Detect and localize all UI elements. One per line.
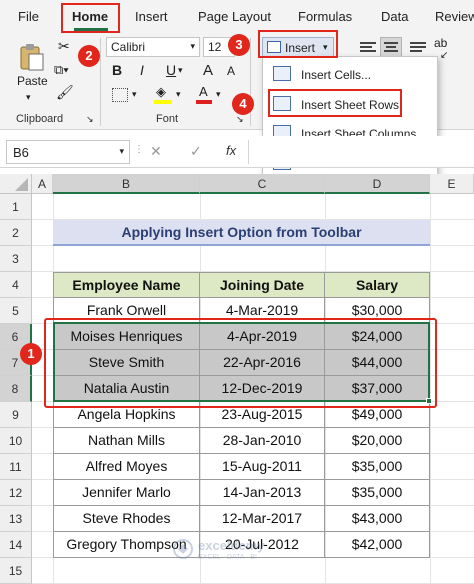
cell-joining-date[interactable]: 14-Jan-2013 — [200, 480, 325, 506]
column-header-d[interactable]: D — [325, 174, 430, 194]
cell-salary[interactable]: $35,000 — [325, 480, 430, 506]
insert-function-icon[interactable]: fx — [226, 143, 236, 158]
cell-employee-name[interactable]: Jennifer Marlo — [53, 480, 200, 506]
cell-salary[interactable]: $35,000 — [325, 454, 430, 480]
cell-salary[interactable]: $42,000 — [325, 532, 430, 558]
row-header-2[interactable]: 2 — [0, 220, 32, 246]
table-header-joining-date[interactable]: Joining Date — [200, 272, 325, 298]
decrease-font-button[interactable]: A — [227, 64, 235, 78]
formula-input[interactable] — [248, 140, 470, 164]
chevron-down-icon: ▾ — [190, 41, 195, 51]
row-header-3[interactable]: 3 — [0, 246, 32, 272]
row-header-5[interactable]: 5 — [0, 298, 32, 324]
paste-dropdown-icon[interactable]: ▾ — [26, 92, 31, 103]
sheet-title: Applying Insert Option from Toolbar — [53, 220, 430, 246]
copy-icon[interactable]: ⧉▾ — [54, 62, 69, 78]
font-group-label: Font — [156, 113, 179, 125]
fill-color-dropdown-icon[interactable]: ▾ — [176, 89, 181, 100]
clipboard-launcher-icon[interactable]: ↘ — [86, 114, 94, 125]
font-name-value: Calibri — [111, 40, 146, 54]
cut-icon[interactable]: ✂ — [58, 38, 70, 55]
align-middle-button[interactable] — [380, 37, 402, 57]
borders-icon[interactable] — [112, 88, 128, 102]
highlight-home-tab — [61, 3, 120, 33]
increase-font-button[interactable]: A — [203, 62, 213, 79]
row-header-4[interactable]: 4 — [0, 272, 32, 298]
row-header-12[interactable]: 12 — [0, 480, 32, 506]
tab-review[interactable]: Review — [435, 9, 474, 24]
bold-button[interactable]: B — [112, 62, 122, 78]
step-badge-3: 3 — [228, 34, 250, 56]
tab-data[interactable]: Data — [381, 9, 408, 24]
tab-file[interactable]: File — [18, 9, 39, 24]
chevron-down-icon: ▾ — [119, 146, 124, 156]
table-header-employee-name[interactable]: Employee Name — [53, 272, 200, 298]
wrap-text-icon[interactable]: ab — [434, 36, 447, 50]
cell-employee-name[interactable]: Steve Rhodes — [53, 506, 200, 532]
table-header-salary[interactable]: Salary — [325, 272, 430, 298]
align-bottom-icon[interactable] — [410, 40, 426, 54]
orientation-icon[interactable]: ↙ — [440, 50, 448, 61]
row-header-11[interactable]: 11 — [0, 454, 32, 480]
italic-button[interactable]: I — [140, 62, 144, 78]
tab-insert[interactable]: Insert — [135, 9, 168, 24]
highlight-selected-rows — [44, 318, 437, 408]
group-separator — [100, 38, 101, 126]
underline-dropdown-icon[interactable]: ▾ — [178, 65, 183, 76]
cell-salary[interactable]: $20,000 — [325, 428, 430, 454]
cell-employee-name[interactable]: Alfred Moyes — [53, 454, 200, 480]
format-painter-icon[interactable]: 🖌 — [56, 84, 74, 101]
highlight-insert-sheet-rows — [268, 89, 402, 117]
clipboard-group-label: Clipboard — [16, 113, 64, 125]
row-header-9[interactable]: 9 — [0, 402, 32, 428]
step-badge-2: 2 — [78, 45, 100, 67]
menu-item-insert-cells[interactable]: Insert Cells... — [263, 61, 437, 87]
fill-color-icon[interactable]: ◈ — [154, 84, 172, 104]
cell-salary[interactable]: $43,000 — [325, 506, 430, 532]
row-header-15[interactable]: 15 — [0, 558, 32, 584]
font-launcher-icon[interactable]: ↘ — [236, 114, 244, 125]
column-header-e[interactable]: E — [430, 174, 474, 194]
group-separator — [250, 38, 251, 126]
cancel-icon[interactable]: ✕ — [150, 143, 162, 160]
paste-label[interactable]: Paste — [17, 74, 48, 88]
tab-page-layout[interactable]: Page Layout — [198, 9, 271, 24]
name-box-value: B6 — [13, 145, 29, 160]
step-badge-4: 4 — [232, 93, 254, 115]
underline-button[interactable]: U — [166, 62, 176, 78]
step-badge-1: 1 — [20, 343, 42, 365]
borders-dropdown-icon[interactable]: ▾ — [132, 89, 137, 100]
row-header-8[interactable]: 8 — [0, 376, 32, 402]
column-header-a[interactable]: A — [32, 174, 53, 194]
enter-icon[interactable]: ✓ — [190, 143, 202, 160]
highlight-insert-button — [258, 30, 338, 58]
align-top-icon[interactable] — [360, 40, 376, 54]
tab-formulas[interactable]: Formulas — [298, 9, 352, 24]
row-header-10[interactable]: 10 — [0, 428, 32, 454]
insert-cells-icon — [273, 66, 291, 81]
menu-item-label: Insert Cells... — [301, 68, 372, 82]
row-header-1[interactable]: 1 — [0, 194, 32, 220]
paste-icon[interactable] — [16, 42, 46, 72]
font-color-icon[interactable]: A — [196, 84, 212, 104]
cell-employee-name[interactable]: Nathan Mills — [53, 428, 200, 454]
font-name-combo[interactable]: Calibri ▾ — [106, 37, 200, 57]
font-size-value: 12 — [208, 40, 222, 54]
exceldemy-watermark: exceldemy EXCEL · DATA · BI — [172, 536, 292, 566]
formula-bar: B6 ▾ ⋮ ✕ ✓ fx — [0, 136, 474, 168]
cell-joining-date[interactable]: 12-Mar-2017 — [200, 506, 325, 532]
row-header-14[interactable]: 14 — [0, 532, 32, 558]
column-header-b[interactable]: B — [53, 174, 200, 194]
more-options-icon: ⋮ — [134, 144, 144, 155]
font-color-dropdown-icon[interactable]: ▾ — [216, 89, 221, 100]
name-box[interactable]: B6 ▾ — [6, 140, 130, 164]
select-all-corner[interactable] — [0, 174, 32, 194]
column-header-c[interactable]: C — [200, 174, 325, 194]
watermark-logo-icon — [173, 539, 193, 559]
cell-joining-date[interactable]: 28-Jan-2010 — [200, 428, 325, 454]
cell-joining-date[interactable]: 15-Aug-2011 — [200, 454, 325, 480]
row-header-13[interactable]: 13 — [0, 506, 32, 532]
